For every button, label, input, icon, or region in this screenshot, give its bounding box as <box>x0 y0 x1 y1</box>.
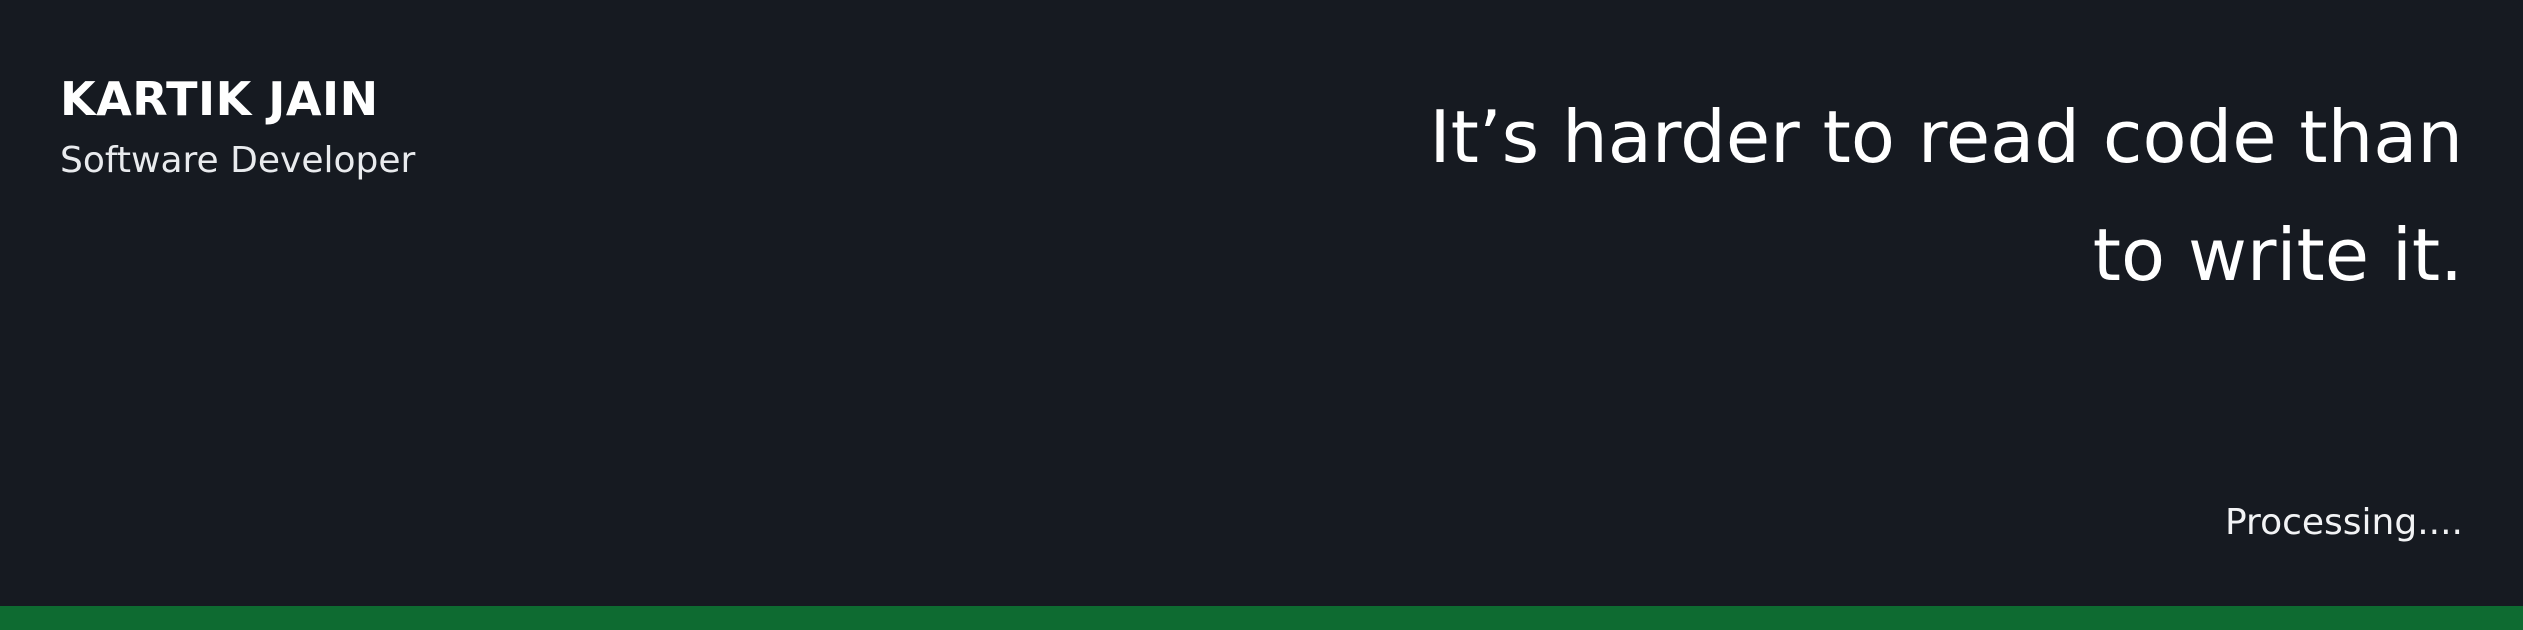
status-text: Processing.... <box>2224 502 2463 543</box>
profile-role: Software Developer <box>60 140 416 181</box>
profile-name: KARTIK JAIN <box>60 72 379 126</box>
accent-bar <box>0 606 2523 630</box>
profile-block: KARTIK JAIN Software Developer <box>60 68 415 186</box>
banner: KARTIK JAIN Software Developer It’s hard… <box>0 0 2523 630</box>
quote-line-2: to write it. <box>2092 213 2463 297</box>
quote: It’s harder to read code than to write i… <box>1163 78 2463 314</box>
quote-line-1: It’s harder to read code than <box>1429 95 2463 179</box>
